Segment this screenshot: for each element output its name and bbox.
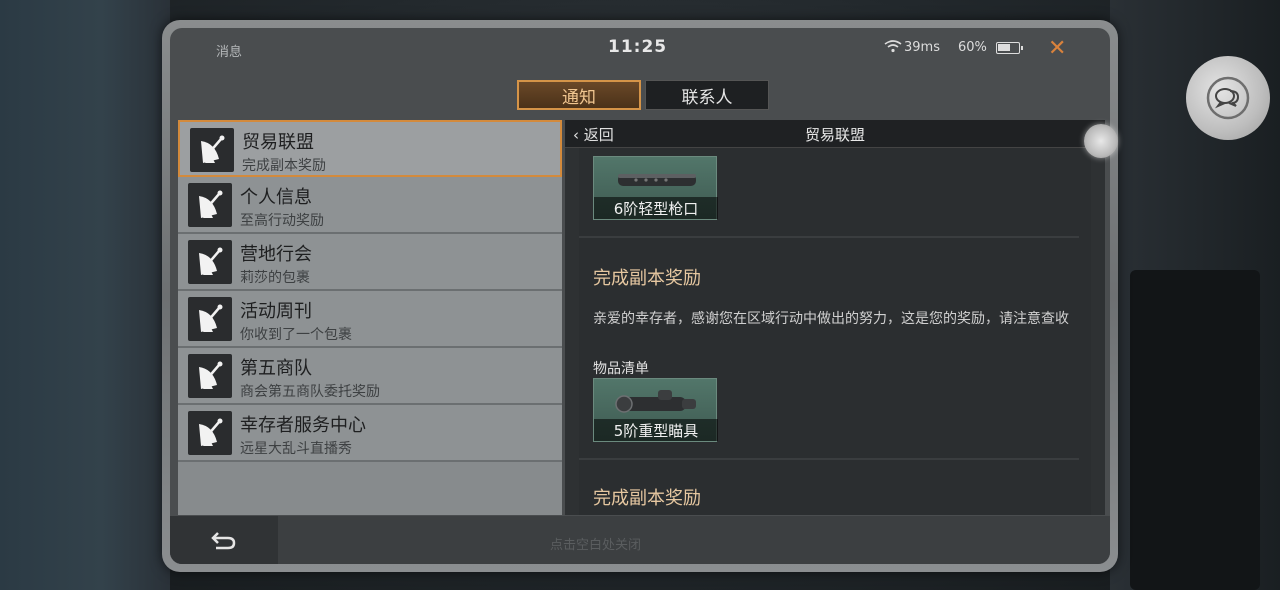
message-body: 亲爱的幸存者，感谢您在区域行动中做出的努力，这是您的奖励，请注意查收 [593,311,1069,327]
reward-item-card[interactable]: 6阶轻型枪口 [593,156,718,220]
chat-button[interactable] [1186,56,1270,140]
satellite-dish-icon [188,354,232,398]
message-title: 完成副本奖励 [593,488,701,509]
close-icon[interactable]: ✕ [1048,36,1066,61]
list-item[interactable]: 贸易联盟 完成副本奖励 [178,120,562,177]
list-item-title: 个人信息 [240,187,312,208]
ping-value: 39ms [904,40,940,55]
list-item-subtitle: 你收到了一个包裹 [240,327,352,343]
reward-item-card[interactable]: 5阶重型瞄具 [593,378,718,442]
back-link[interactable]: ‹ 返回 [573,124,614,145]
satellite-dish-icon [188,411,232,455]
satellite-dish-icon [188,297,232,341]
message-screen: 消息 11:25 39ms 60% ✕ 通知 联系人 贸易联盟 完成副本奖励 个… [170,28,1110,564]
list-item-title: 贸易联盟 [242,132,314,153]
list-item-subtitle: 远星大乱斗直播秀 [240,441,352,457]
reward-item-name: 5阶重型瞄具 [594,419,718,441]
status-bar: 消息 11:25 39ms 60% ✕ [170,28,1110,68]
list-item-title: 幸存者服务中心 [240,415,366,436]
background-shadow [1130,270,1260,590]
back-label: 返回 [583,126,614,144]
scroll-handle[interactable] [1084,124,1118,158]
scope-icon [615,390,696,413]
muzzle-icon [618,174,696,186]
satellite-dish-icon [188,240,232,284]
satellite-dish-icon [188,183,232,227]
wifi-icon [884,40,902,57]
list-item-title: 活动周刊 [240,301,312,322]
return-button[interactable] [170,516,278,564]
sender-list: 贸易联盟 完成副本奖励 个人信息 至高行动奖励 营地行会 莉莎的包裹 活动周刊 … [178,120,562,515]
list-item-subtitle: 完成副本奖励 [242,158,326,174]
chat-bubbles-icon [1206,76,1250,120]
satellite-dish-icon [190,128,234,172]
list-item[interactable]: 第五商队 商会第五商队委托奖励 [178,348,562,405]
list-item-subtitle: 莉莎的包裹 [240,270,310,286]
list-item[interactable]: 个人信息 至高行动奖励 [178,177,562,234]
list-item-subtitle: 商会第五商队委托奖励 [240,384,380,400]
tab-notifications[interactable]: 通知 [517,80,641,110]
item-list-label: 物品清单 [593,361,649,377]
message-divider [579,458,1079,460]
message-scroll-area[interactable]: 6阶轻型枪口 完成副本奖励 亲爱的幸存者，感谢您在区域行动中做出的努力，这是您的… [579,148,1091,515]
reward-item-name: 6阶轻型枪口 [594,197,718,219]
list-item-title: 第五商队 [240,358,312,379]
list-item[interactable]: 活动周刊 你收到了一个包裹 [178,291,562,348]
background-left [0,0,170,590]
list-item[interactable]: 幸存者服务中心 远星大乱斗直播秀 [178,405,562,462]
message-divider [579,236,1079,238]
bottom-bar: 点击空白处关闭 [170,516,1110,564]
battery-percent: 60% [958,40,987,55]
clock: 11:25 [608,37,668,57]
detail-title: 贸易联盟 [805,126,866,144]
message-title: 完成副本奖励 [593,268,701,289]
screen-title: 消息 [216,45,243,60]
detail-header: ‹ 返回 贸易联盟 [565,120,1105,148]
close-hint: 点击空白处关闭 [550,538,642,553]
phone-device: 消息 11:25 39ms 60% ✕ 通知 联系人 贸易联盟 完成副本奖励 个… [162,20,1118,572]
tab-contacts[interactable]: 联系人 [645,80,769,110]
list-item[interactable]: 营地行会 莉莎的包裹 [178,234,562,291]
list-item-title: 营地行会 [240,244,312,265]
battery-icon [996,42,1023,54]
tab-bar: 通知 联系人 [517,80,769,110]
message-detail: ‹ 返回 贸易联盟 6阶轻型枪口 完成副本奖励 亲爱的幸存者，感谢您在区域行动中… [565,120,1105,515]
return-icon [211,532,236,550]
list-item-subtitle: 至高行动奖励 [240,213,324,229]
